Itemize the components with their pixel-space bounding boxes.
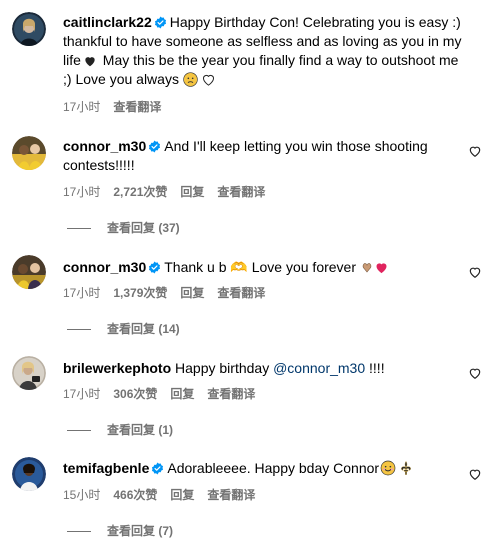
comment-meta: 17小时 2,721次赞 回复 查看翻译: [63, 183, 278, 200]
likes-count[interactable]: 466次赞: [113, 488, 157, 502]
translate-button[interactable]: 查看翻译: [113, 100, 161, 114]
fleur-de-lis-icon: [401, 460, 411, 475]
comment-meta: 17小时 306次赞 回复 查看翻译: [63, 385, 268, 402]
avatar-image: [12, 356, 46, 390]
username[interactable]: caitlinclark22: [63, 14, 152, 30]
like-heart-icon[interactable]: [468, 366, 482, 380]
heart-hands-icon: [362, 263, 372, 273]
verified-badge-icon: [154, 16, 166, 29]
avatar[interactable]: [12, 136, 46, 170]
divider-line: [67, 329, 91, 331]
comment-meta: 17小时 1,379次赞 回复 查看翻译: [63, 284, 278, 301]
verified-badge-icon: [149, 140, 161, 153]
reply-button[interactable]: 回复: [170, 387, 194, 401]
username[interactable]: connor_m30: [63, 259, 146, 275]
verified-badge-icon: [149, 261, 161, 274]
comment-meta: 15小时 466次赞 回复 查看翻译: [63, 486, 268, 503]
translate-button[interactable]: 查看翻译: [207, 387, 255, 401]
caption-meta: 17小时 查看翻译: [63, 98, 174, 115]
timestamp: 17小时: [63, 286, 101, 300]
view-replies-label: 查看回复 (1): [107, 423, 174, 437]
avatar-image: [12, 12, 46, 46]
mention-link[interactable]: @connor_m30: [273, 360, 365, 376]
divider-line: [67, 531, 91, 533]
like-heart-icon[interactable]: [468, 265, 482, 279]
like-heart-icon[interactable]: [468, 144, 482, 158]
view-replies-button[interactable]: 查看回复 (7): [67, 522, 173, 539]
caption-text: caitlinclark22 Happy Birthday Con! Celebr…: [63, 13, 468, 89]
username[interactable]: brilewerkephoto: [63, 360, 171, 376]
likes-count[interactable]: 306次赞: [113, 387, 157, 401]
heart-outline-icon: [202, 74, 214, 86]
caption-body-2: May this be the year you finally find a …: [63, 52, 459, 87]
avatar[interactable]: [12, 457, 46, 491]
timestamp: 17小时: [63, 185, 101, 199]
avatar[interactable]: [12, 356, 46, 390]
view-replies-button[interactable]: 查看回复 (1): [67, 421, 173, 438]
translate-button[interactable]: 查看翻译: [217, 286, 265, 300]
divider-line: [67, 430, 91, 432]
username[interactable]: connor_m30: [63, 138, 146, 154]
black-heart-icon: [85, 57, 95, 67]
avatar-image: [12, 136, 46, 170]
comment-body-end: !!!!: [365, 360, 385, 376]
timestamp: 17小时: [63, 387, 101, 401]
comment-text: connor_m30 Thank u b 🫶 Love you forever: [63, 258, 458, 277]
reply-button[interactable]: 回复: [180, 286, 204, 300]
comment-text: connor_m30 And I'll keep letting you win …: [63, 137, 458, 175]
red-heart-icon: [376, 263, 387, 274]
likes-count[interactable]: 1,379次赞: [113, 286, 167, 300]
view-replies-button[interactable]: 查看回复 (14): [67, 320, 180, 337]
avatar-image: [12, 255, 46, 289]
comment-text: brilewerkephoto Happy birthday @connor_m…: [63, 359, 458, 378]
avatar[interactable]: [12, 255, 46, 289]
avatar[interactable]: [12, 12, 46, 46]
like-heart-icon[interactable]: [468, 467, 482, 481]
smiling-face-icon: [380, 460, 396, 476]
reply-button[interactable]: 回复: [170, 488, 194, 502]
view-replies-label: 查看回复 (7): [107, 524, 174, 538]
timestamp: 15小时: [63, 488, 101, 502]
timestamp: 17小时: [63, 100, 101, 114]
likes-count[interactable]: 2,721次赞: [113, 185, 167, 199]
reply-button[interactable]: 回复: [180, 185, 204, 199]
translate-button[interactable]: 查看翻译: [207, 488, 255, 502]
comment-body: Happy birthday: [175, 360, 274, 376]
verified-badge-icon: [152, 462, 164, 475]
username[interactable]: temifagbenle: [63, 460, 149, 476]
view-replies-label: 查看回复 (37): [107, 221, 180, 235]
view-replies-button[interactable]: 查看回复 (37): [67, 219, 180, 236]
comment-body: Adorableeee. Happy bday Connor: [167, 460, 380, 476]
view-replies-label: 查看回复 (14): [107, 322, 180, 336]
comment-text: temifagbenle Adorableeee. Happy bday Conn…: [63, 459, 458, 478]
avatar-image: [12, 457, 46, 491]
sad-face-icon: [183, 72, 198, 87]
divider-line: [67, 228, 91, 230]
comment-body: Thank u b 🫶 Love you forever: [164, 259, 360, 275]
translate-button[interactable]: 查看翻译: [217, 185, 265, 199]
